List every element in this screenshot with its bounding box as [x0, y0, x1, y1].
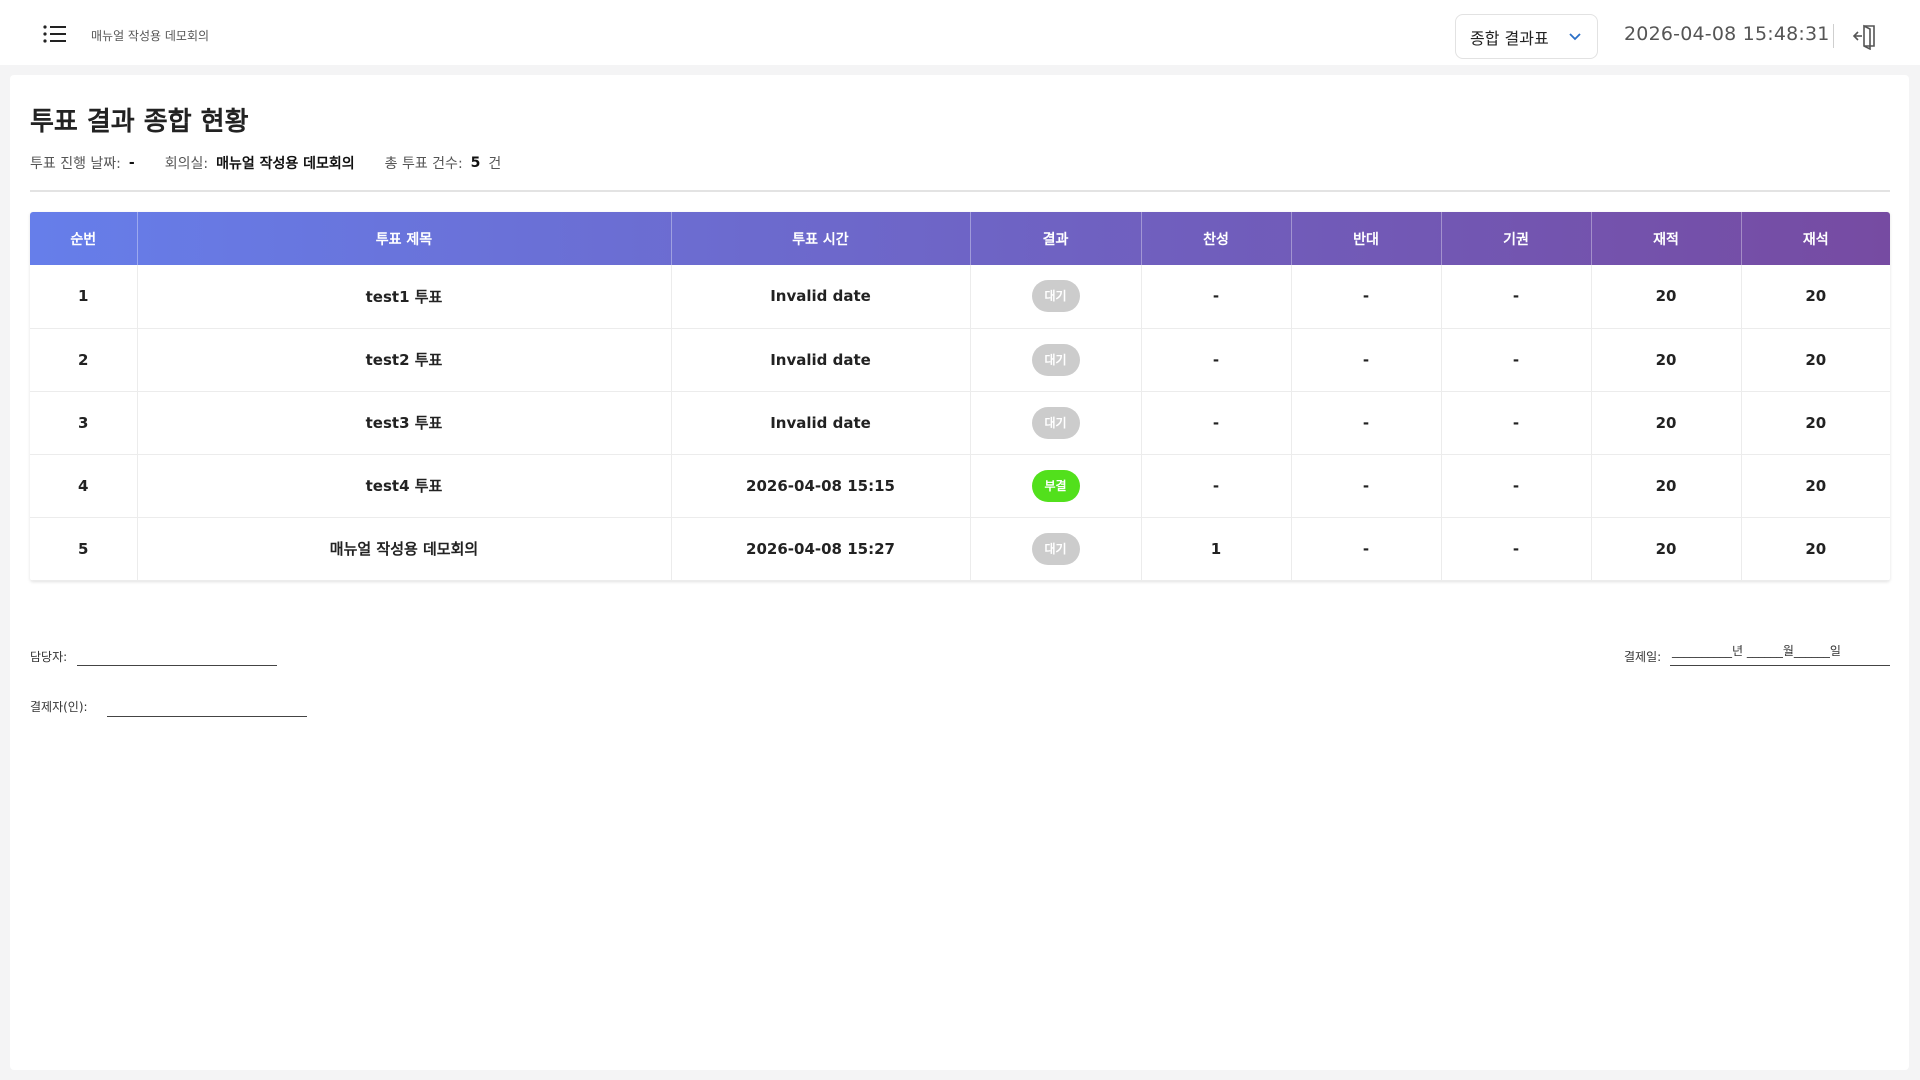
results-table: 순번 투표 제목 투표 시간 결과 찬성 반대 기권 재적 재석 1 test1…	[30, 212, 1890, 581]
cell-no-votes: -	[1291, 517, 1442, 581]
table-header-row: 순번 투표 제목 투표 시간 결과 찬성 반대 기권 재적 재석	[30, 212, 1890, 265]
cell-time: Invalid date	[671, 265, 971, 329]
cell-result: 대기	[970, 391, 1142, 455]
cell-no-votes: -	[1291, 265, 1442, 329]
cell-enrolled: 20	[1591, 391, 1742, 455]
result-badge: 대기	[1031, 280, 1080, 313]
logout-icon[interactable]	[1852, 22, 1880, 50]
manager-signature-line	[77, 665, 277, 666]
col-header-abstain: 기권	[1441, 212, 1592, 265]
manager-label: 담당자:	[30, 650, 68, 664]
cell-abstain: -	[1441, 454, 1592, 518]
section-divider	[30, 190, 1890, 192]
cell-enrolled: 20	[1591, 454, 1742, 518]
cell-enrolled: 20	[1591, 328, 1742, 392]
cell-no: 3	[30, 391, 138, 455]
col-header-present: 재석	[1802, 231, 1829, 248]
table-row: 3 test3 투표 Invalid date 대기 - - - 20 20	[30, 391, 1890, 455]
room-value: 매뉴얼 작성용 데모회의	[216, 156, 355, 172]
cell-title: test3 투표	[137, 391, 672, 455]
cell-result: 대기	[970, 328, 1142, 392]
app-title: 매뉴얼 작성용 데모회의	[91, 29, 210, 43]
approval-date-line	[1670, 665, 1890, 666]
cell-time: Invalid date	[671, 391, 971, 455]
table-row: 4 test4 투표 2026-04-08 15:15 부결 - - - 20 …	[30, 454, 1890, 518]
view-select-label: 종합 결과표	[1470, 28, 1549, 48]
cell-present: 20	[1741, 454, 1890, 518]
approver-label: 결제자(인):	[30, 700, 88, 714]
cell-time: Invalid date	[671, 328, 971, 392]
cell-enrolled: 20	[1591, 265, 1742, 329]
cell-yes: 1	[1141, 517, 1292, 581]
cell-present: 20	[1741, 517, 1890, 581]
vote-date-label: 투표 진행 날짜:	[30, 156, 121, 172]
cell-time: 2026-04-08 15:15	[671, 454, 971, 518]
result-badge: 부결	[1031, 469, 1080, 502]
cell-title: 매뉴얼 작성용 데모회의	[137, 517, 672, 581]
vote-count-value: 5	[470, 155, 481, 171]
vote-date-value: -	[128, 155, 135, 171]
cell-no: 1	[30, 265, 138, 329]
cell-present: 20	[1741, 391, 1890, 455]
cell-abstain: -	[1441, 517, 1592, 581]
chevron-down-icon	[1569, 33, 1581, 41]
cell-abstain: -	[1441, 265, 1592, 329]
cell-title: test4 투표	[137, 454, 672, 518]
result-badge: 대기	[1031, 343, 1080, 376]
cell-no: 4	[30, 454, 138, 518]
approval-date-label: 결제일:	[1624, 650, 1662, 664]
cell-result: 대기	[970, 517, 1142, 581]
room-label: 회의실:	[164, 156, 209, 172]
cell-title: test1 투표	[137, 265, 672, 329]
cell-yes: -	[1141, 454, 1292, 518]
header-divider	[1833, 24, 1834, 48]
report-card: 투표 결과 종합 현황 투표 진행 날짜: - 회의실: 매뉴얼 작성용 데모회…	[10, 75, 1909, 1070]
col-header-enrolled: 재적	[1591, 212, 1742, 265]
table-row: 5 매뉴얼 작성용 데모회의 2026-04-08 15:27 대기 1 - -…	[30, 517, 1890, 581]
cell-no: 5	[30, 517, 138, 581]
vote-count-unit: 건	[488, 156, 502, 172]
cell-no: 2	[30, 328, 138, 392]
result-badge: 대기	[1031, 406, 1080, 439]
page-title: 투표 결과 종합 현황	[30, 107, 249, 137]
cell-title: test2 투표	[137, 328, 672, 392]
cell-no-votes: -	[1291, 454, 1442, 518]
vote-count-label: 총 투표 건수:	[384, 156, 463, 172]
report-meta: 투표 진행 날짜: - 회의실: 매뉴얼 작성용 데모회의 총 투표 건수: 5…	[30, 153, 501, 173]
col-header-yes: 찬성	[1141, 212, 1292, 265]
cell-time: 2026-04-08 15:27	[671, 517, 971, 581]
cell-present: 20	[1741, 328, 1890, 392]
cell-abstain: -	[1441, 328, 1592, 392]
result-badge: 대기	[1031, 532, 1080, 565]
cell-enrolled: 20	[1591, 517, 1742, 581]
approver-signature-line	[107, 716, 307, 717]
cell-yes: -	[1141, 328, 1292, 392]
cell-present: 20	[1741, 265, 1890, 329]
cell-abstain: -	[1441, 391, 1592, 455]
col-header-no: 순번	[30, 212, 138, 265]
view-select-dropdown[interactable]: 종합 결과표	[1455, 14, 1598, 59]
menu-icon[interactable]	[42, 22, 70, 46]
table-row: 1 test1 투표 Invalid date 대기 - - - 20 20	[30, 265, 1890, 329]
top-bar: 매뉴얼 작성용 데모회의 종합 결과표 2026-04-08 15:48:31	[0, 0, 1920, 65]
cell-yes: -	[1141, 391, 1292, 455]
cell-yes: -	[1141, 265, 1292, 329]
table-row: 2 test2 투표 Invalid date 대기 - - - 20 20	[30, 328, 1890, 392]
col-header-time: 투표 시간	[671, 212, 971, 265]
col-header-title: 투표 제목	[137, 212, 672, 265]
cell-no-votes: -	[1291, 391, 1442, 455]
cell-result: 부결	[970, 454, 1142, 518]
approval-date-line-text: __________년 ______월______일	[1672, 644, 1841, 658]
current-datetime: 2026-04-08 15:48:31	[1624, 23, 1830, 45]
cell-result: 대기	[970, 265, 1142, 329]
col-header-no-votes: 반대	[1291, 212, 1442, 265]
cell-no-votes: -	[1291, 328, 1442, 392]
col-header-result: 결과	[970, 212, 1142, 265]
